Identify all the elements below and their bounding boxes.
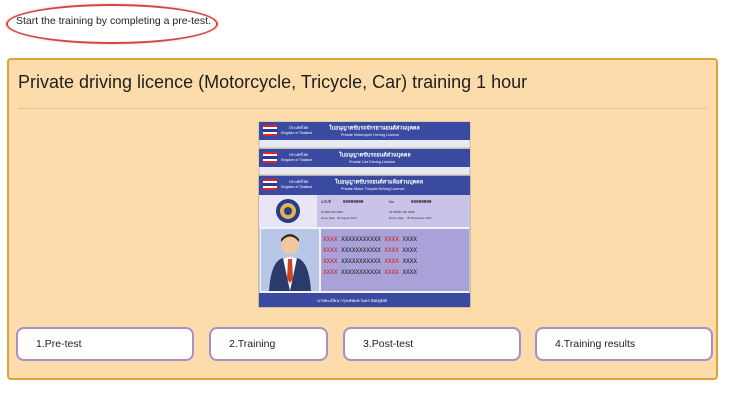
issue-th: 30 สิงหาคม 2560 [321, 210, 343, 214]
instruction-text: Start the training by completing a pre-t… [16, 15, 211, 27]
licence-card-motorcycle: ประเทศไทย Kingdom of Thailand ใบอนุญาตขั… [258, 121, 471, 149]
number-label: ฉบับที่ [321, 199, 331, 204]
course-title: Private driving licence (Motorcycle, Tri… [18, 72, 528, 92]
licence-en-title: Private Car Driving Licence [349, 160, 395, 164]
training-button[interactable]: 2.Training [209, 327, 328, 361]
licence-en-title: Private Motor Tricycle Driving Licence [341, 187, 405, 191]
post-test-button[interactable]: 3.Post-test [343, 327, 521, 361]
licence-th-title: ใบอนุญาตขับรถจักรยานยนต์ส่วนบุคคล [329, 124, 420, 132]
instruction-callout: Start the training by completing a pre-t… [6, 4, 218, 44]
licence-th-title: ใบอนุญาตขับรถยนต์ส่วนบุคคล [339, 151, 411, 159]
licence-country-en: Kingdom of Thailand [281, 131, 312, 135]
licence-country-en: Kingdom of Thailand [281, 185, 312, 189]
svg-text:XXXX XXXXXXXXXXX XXXX XXXX: XXXX XXXXXXXXXXX XXXX XXXX [323, 258, 417, 265]
course-card: Private driving licence (Motorcycle, Tri… [7, 58, 718, 380]
svg-text:XXXX XXXXXXXXXXX XXXX XXXX: XXXX XXXXXXXXXXX XXXX XXXX [323, 247, 417, 254]
licence-th-title: ใบอนุญาตขับรถยนต์สามล้อส่วนบุคคล [335, 178, 423, 186]
licence-card-tricycle: ประเทศไทย Kingdom of Thailand ใบอนุญาตขั… [258, 175, 471, 308]
licence-country-en: Kingdom of Thailand [281, 158, 312, 162]
svg-text:XXXX XXXXXXXXXXX XXXX XXXX: XXXX XXXXXXXXXXX XXXX XXXX [323, 269, 417, 276]
issue-label: Issue Date [321, 216, 335, 220]
svg-text:XXXX XXXXXXXXXXX XXXX XXXX: XXXX XXXXXXXXXXX XXXX XXXX [323, 236, 417, 243]
expiry-en: 30 November 2022 [407, 216, 432, 220]
licence-en-title: Private Motorcycle Driving Licence [341, 133, 399, 137]
licence-country-th: ประเทศไทย [289, 125, 308, 130]
licence-country-th: ประเทศไทย [289, 179, 308, 184]
title-divider [18, 108, 707, 109]
licence-country-th: ประเทศไทย [289, 152, 308, 157]
number-value: 60999999 [343, 199, 364, 204]
pre-test-button[interactable]: 1.Pre-test [16, 327, 194, 361]
expiry-th: 30 พฤศจิกายน 2565 [389, 210, 415, 214]
licence-card-car: ประเทศไทย Kingdom of Thailand ใบอนุญาตขั… [258, 148, 471, 176]
driving-licence-image: ประเทศไทย Kingdom of Thailand ใบอนุญาตขั… [258, 121, 471, 308]
no-value: 60999999 [411, 199, 432, 204]
issue-en: 30 August 2017 [337, 216, 357, 220]
no-label: No. [389, 200, 395, 204]
expiry-label: Expiry Date [389, 216, 404, 220]
training-results-button[interactable]: 4.Training results [535, 327, 713, 361]
